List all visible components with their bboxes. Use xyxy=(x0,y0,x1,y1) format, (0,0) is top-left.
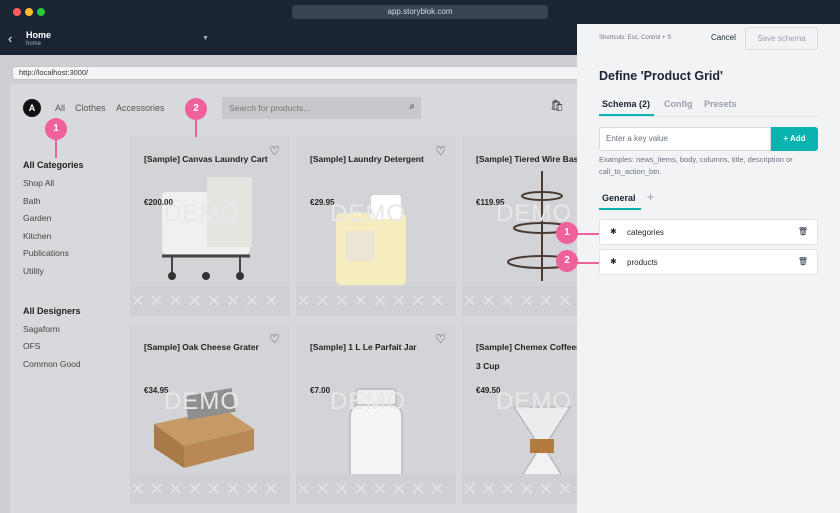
product-title[interactable]: [Sample] Laundry Detergent xyxy=(310,150,440,169)
pattern-strip: ✕✕✕✕✕✕✕✕ xyxy=(130,474,290,504)
browser-url-bar[interactable]: app.storyblok.com xyxy=(292,5,548,19)
shop-page: A All Clothes Accessories Search for pro… xyxy=(10,84,577,513)
tab-presets[interactable]: Presets xyxy=(704,99,737,109)
product-card[interactable]: [Sample] Laundry Detergent €29.95 ♡ DEMO… xyxy=(296,136,456,316)
categories-badge: 1 xyxy=(45,118,67,140)
close-window-button[interactable] xyxy=(13,8,21,16)
field-badge: 2 xyxy=(556,250,578,272)
key-value-input[interactable]: Enter a key value xyxy=(599,127,771,151)
active-tab-indicator xyxy=(599,114,654,116)
product-card[interactable]: [Sample] 1 L Le Parfait Jar €7.00 ♡ DEMO… xyxy=(296,324,456,504)
nav-link-all[interactable]: All xyxy=(55,103,65,113)
field-name[interactable]: categories xyxy=(627,228,664,237)
product-card[interactable]: [Sample] Chemex Coffeemaker 3 Cup €49.50… xyxy=(462,324,577,504)
story-title: Home xyxy=(26,30,52,40)
chevron-left-icon[interactable]: ‹ xyxy=(8,32,12,46)
products-badge: 2 xyxy=(185,98,207,120)
add-field-button[interactable]: + Add xyxy=(771,127,818,151)
puzzle-icon: ✱ xyxy=(610,227,617,236)
product-price: €7.00 xyxy=(310,386,331,395)
nav-link-accessories[interactable]: Accessories xyxy=(116,103,165,113)
tab-config[interactable]: Config xyxy=(664,99,693,109)
pattern-strip: ✕✕✕✕✕✕✕✕ xyxy=(462,474,577,504)
minimize-window-button[interactable] xyxy=(25,8,33,16)
schema-field-row[interactable]: ✱ categories 🗑 xyxy=(599,219,818,245)
add-tab-icon[interactable]: + xyxy=(647,190,654,204)
cart-icon[interactable]: 🛍 xyxy=(550,99,564,112)
category-garden[interactable]: Garden xyxy=(23,213,51,223)
product-title[interactable]: [Sample] 1 L Le Parfait Jar xyxy=(310,338,440,357)
shop-logo[interactable]: A xyxy=(23,99,41,117)
puzzle-icon: ✱ xyxy=(610,257,617,266)
schema-panel: Shortcuts: Esc, Control + S Cancel Save … xyxy=(556,24,840,513)
story-slug: home xyxy=(26,41,42,47)
designer-common-good[interactable]: Common Good xyxy=(23,359,81,369)
demo-watermark: DEMO xyxy=(330,200,406,227)
preview-address-input[interactable]: http://localhost:3000/ xyxy=(12,66,577,80)
heart-icon[interactable]: ♡ xyxy=(435,332,446,346)
cancel-button[interactable]: Cancel xyxy=(711,33,736,42)
demo-watermark: DEMO xyxy=(496,388,572,415)
tab-schema[interactable]: Schema (2) xyxy=(602,99,650,109)
badge-connector xyxy=(577,262,599,264)
product-card[interactable]: [Sample] Oak Cheese Grater €34.95 ♡ DEMO… xyxy=(130,324,290,504)
pattern-strip: ✕✕✕✕✕✕✕✕ xyxy=(462,286,577,316)
product-title[interactable]: [Sample] Canvas Laundry Cart xyxy=(144,150,274,169)
pattern-strip: ✕✕✕✕✕✕✕✕ xyxy=(130,286,290,316)
product-search-input[interactable]: Search for products... ⌕ xyxy=(222,97,421,119)
search-placeholder: Search for products... xyxy=(229,103,311,113)
category-utility[interactable]: Utility xyxy=(23,266,44,276)
window-titlebar: app.storyblok.com xyxy=(0,0,840,24)
caret-down-icon[interactable]: ▼ xyxy=(202,35,209,42)
trash-icon[interactable]: 🗑 xyxy=(798,257,808,266)
heart-icon[interactable]: ♡ xyxy=(435,144,446,158)
demo-watermark: DEMO xyxy=(164,388,240,415)
pattern-strip: ✕✕✕✕✕✕✕✕ xyxy=(296,286,456,316)
product-title[interactable]: [Sample] Oak Cheese Grater xyxy=(144,338,274,357)
visual-preview: http://localhost:3000/ A All Clothes Acc… xyxy=(0,55,577,513)
tabs-divider xyxy=(599,116,818,117)
schema-field-row[interactable]: ✱ products 🗑 xyxy=(599,249,818,275)
designers-heading[interactable]: All Designers xyxy=(23,306,81,316)
product-title[interactable]: [Sample] Chemex Coffeemaker 3 Cup xyxy=(476,338,577,376)
demo-watermark: DEMO xyxy=(164,200,240,227)
categories-heading[interactable]: All Categories xyxy=(23,160,84,170)
designer-sagaform[interactable]: Sagaform xyxy=(23,324,60,334)
demo-watermark: DEMO xyxy=(330,388,406,415)
category-publications[interactable]: Publications xyxy=(23,248,69,258)
maximize-window-button[interactable] xyxy=(37,8,45,16)
designer-ofs[interactable]: OFS xyxy=(23,341,40,351)
product-card[interactable]: [Sample] Canvas Laundry Cart €200.00 ♡ D… xyxy=(130,136,290,316)
field-name[interactable]: products xyxy=(627,258,658,267)
category-shop-all[interactable]: Shop All xyxy=(23,178,54,188)
nav-link-clothes[interactable]: Clothes xyxy=(75,103,106,113)
save-schema-button[interactable]: Save schema xyxy=(745,27,818,50)
panel-title: Define 'Product Grid' xyxy=(599,69,724,83)
general-tab-indicator xyxy=(599,208,641,210)
field-badge: 1 xyxy=(556,222,578,244)
pattern-strip: ✕✕✕✕✕✕✕✕ xyxy=(296,474,456,504)
trash-icon[interactable]: 🗑 xyxy=(798,227,808,236)
heart-icon[interactable]: ♡ xyxy=(269,144,280,158)
product-title[interactable]: [Sample] Tiered Wire Basket xyxy=(476,150,577,169)
tab-general[interactable]: General xyxy=(602,193,636,203)
shortcuts-hint: Shortcuts: Esc, Control + S xyxy=(599,35,672,41)
examples-hint: Examples: news_items, body, columns, tit… xyxy=(599,155,793,176)
search-icon[interactable]: ⌕ xyxy=(409,101,415,112)
category-bath[interactable]: Bath xyxy=(23,196,41,206)
badge-connector xyxy=(577,233,599,235)
story-header: ‹ Home home ▼ xyxy=(0,24,577,55)
heart-icon[interactable]: ♡ xyxy=(269,332,280,346)
category-kitchen[interactable]: Kitchen xyxy=(23,231,51,241)
